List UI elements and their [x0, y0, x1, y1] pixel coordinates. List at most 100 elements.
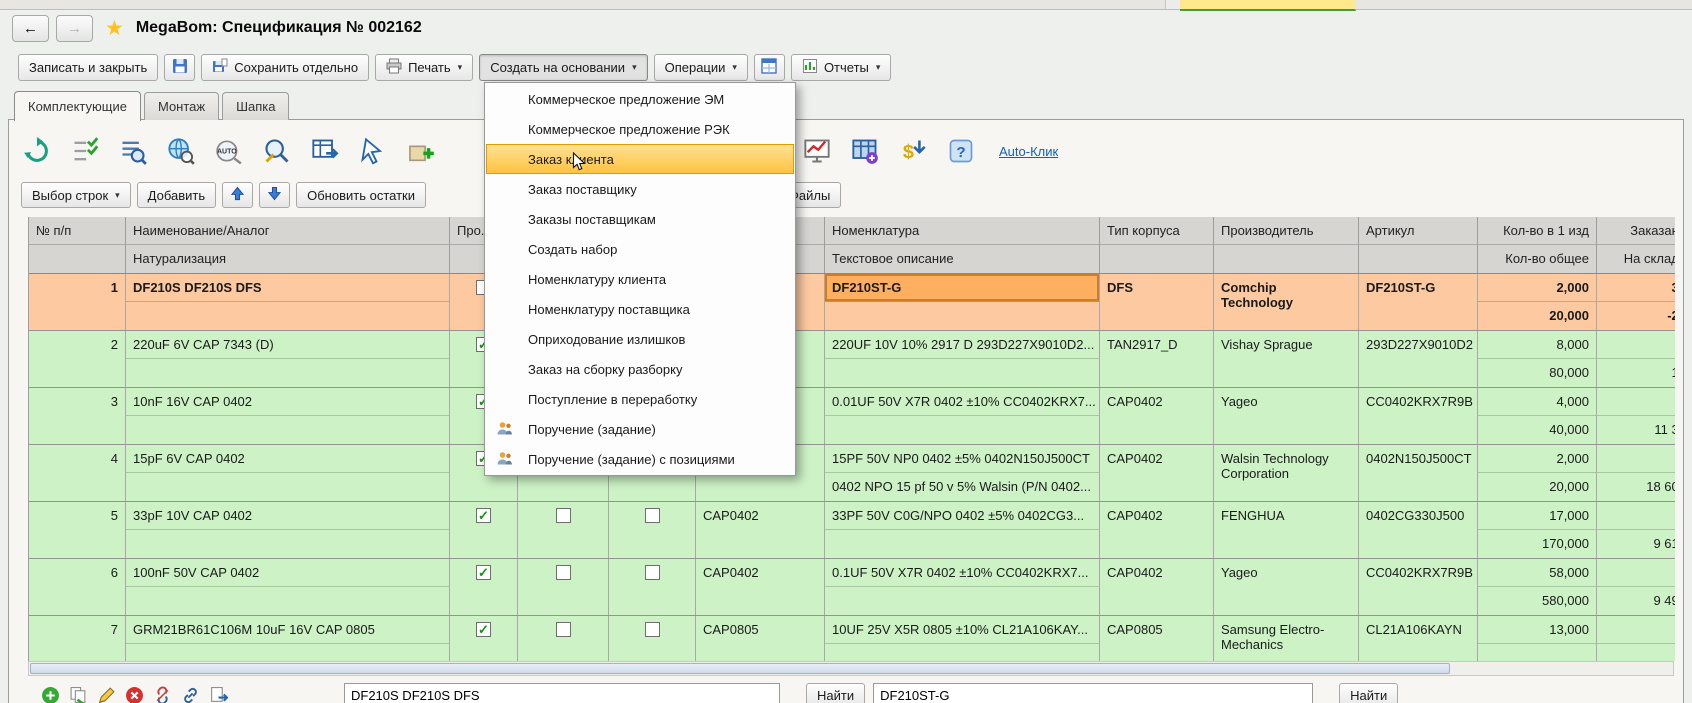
article-cell[interactable]: 0402N150J500CT	[1359, 445, 1478, 501]
check3-cell[interactable]	[609, 616, 696, 661]
app-tab[interactable]	[875, 0, 931, 9]
in-stock-cell[interactable]: 12	[1597, 359, 1675, 387]
select-pointer-icon[interactable]	[357, 135, 389, 167]
qty-per-unit-cell[interactable]: 8,000	[1478, 331, 1597, 359]
menu-item[interactable]: Коммерческое предложение РЭК	[486, 114, 794, 144]
table-export-icon[interactable]	[309, 135, 341, 167]
tab-shapka[interactable]: Шапка	[222, 92, 289, 120]
qty-per-unit-cell[interactable]: 2,000	[1478, 445, 1597, 473]
ordered-cell[interactable]	[1597, 331, 1675, 359]
nomenclature-filter-input[interactable]	[873, 683, 1313, 703]
header-qty-total[interactable]: Кол-во общее	[1478, 245, 1597, 273]
manufacturer-cell[interactable]: Comchip Technology	[1214, 274, 1359, 330]
row-number-cell[interactable]: 3	[29, 388, 126, 444]
checkbox-unchecked[interactable]	[556, 508, 571, 523]
horizontal-scrollbar[interactable]	[28, 661, 1674, 676]
menu-item[interactable]: Заказ клиента	[486, 144, 794, 174]
package-type-cell[interactable]: CAP0805	[1100, 616, 1214, 661]
auto-click-link[interactable]: Auto-Клик	[999, 144, 1058, 159]
check1-cell[interactable]: ✓	[450, 616, 518, 661]
check-list-icon[interactable]	[69, 135, 101, 167]
name-cell[interactable]: 10nF 16V CAP 0402	[126, 388, 450, 416]
manufacturer-cell[interactable]: Samsung Electro-Mechanics	[1214, 616, 1359, 661]
header-text-description[interactable]: Текстовое описание	[825, 245, 1100, 273]
chart-icon[interactable]	[801, 135, 833, 167]
name-cell[interactable]: 15pF 6V CAP 0402	[126, 445, 450, 473]
text-description-cell[interactable]	[825, 587, 1100, 615]
globe-search-icon[interactable]	[165, 135, 197, 167]
recalculate-icon[interactable]	[21, 135, 53, 167]
checkbox-checked[interactable]: ✓	[476, 508, 491, 523]
ordered-cell[interactable]: 30	[1597, 274, 1675, 302]
name-cell[interactable]: 220uF 6V CAP 7343 (D)	[126, 331, 450, 359]
menu-item[interactable]: Заказы поставщикам	[486, 204, 794, 234]
text-description-cell[interactable]: 0402 NPO 15 pf 50 v 5% Walsin (P/N 0402.…	[825, 473, 1100, 501]
header-name[interactable]: Наименование/Аналог	[126, 217, 450, 245]
package-type-cell[interactable]: CAP0402	[1100, 559, 1214, 615]
checkbox-checked[interactable]: ✓	[476, 622, 491, 637]
manufacturer-cell[interactable]: Walsin Technology Corporation	[1214, 445, 1359, 501]
header-empty[interactable]	[1359, 245, 1478, 273]
find-name-button[interactable]: Найти	[806, 683, 865, 703]
header-manufacturer[interactable]: Производитель	[1214, 217, 1359, 245]
row-number-cell[interactable]: 1	[29, 274, 126, 330]
qty-per-unit-cell[interactable]: 2,000	[1478, 274, 1597, 302]
nomenclature-cell[interactable]: DF210ST-G	[825, 274, 1100, 302]
tab-montazh[interactable]: Монтаж	[144, 92, 219, 120]
in-stock-cell[interactable]: -20	[1597, 302, 1675, 330]
korpus-cell[interactable]: CAP0402	[696, 502, 825, 558]
qty-total-cell[interactable]: 170,000	[1478, 530, 1597, 558]
table-row[interactable]: 415pF 6V CAP 0402✓CAP040215PF 50V NP0 04…	[29, 445, 1675, 502]
save-and-close-button[interactable]: Записать и закрыть	[18, 54, 158, 81]
tab-komplektuyushchie[interactable]: Комплектующие	[14, 91, 141, 121]
article-cell[interactable]: CL21A106KAYN	[1359, 616, 1478, 661]
check3-cell[interactable]	[609, 559, 696, 615]
header-ordered[interactable]: Заказано	[1597, 217, 1675, 245]
app-tab[interactable]	[930, 0, 1166, 9]
manufacturer-cell[interactable]: FENGHUA	[1214, 502, 1359, 558]
search-list-icon[interactable]	[117, 135, 149, 167]
menu-item[interactable]: Поручение (задание) с позициями	[486, 444, 794, 474]
package-type-cell[interactable]: CAP0402	[1100, 445, 1214, 501]
header-package-type[interactable]: Тип корпуса	[1100, 217, 1214, 245]
article-cell[interactable]: DF210ST-G	[1359, 274, 1478, 330]
text-description-cell[interactable]	[825, 530, 1100, 558]
header-naturalization[interactable]: Натурализация	[126, 245, 450, 273]
naturalization-cell[interactable]	[126, 530, 450, 558]
ordered-cell[interactable]	[1597, 388, 1675, 416]
article-cell[interactable]: 0402CG330J500	[1359, 502, 1478, 558]
help-icon[interactable]: ?	[945, 135, 977, 167]
name-filter-input[interactable]	[344, 683, 780, 703]
qty-per-unit-cell[interactable]: 13,000	[1478, 616, 1597, 644]
checkbox-unchecked[interactable]	[645, 622, 660, 637]
naturalization-cell[interactable]	[126, 644, 450, 661]
nomenclature-cell[interactable]: 0.01UF 50V X7R 0402 ±10% CC0402KRX7...	[825, 388, 1100, 416]
checkbox-unchecked[interactable]	[645, 508, 660, 523]
checkbox-checked[interactable]: ✓	[476, 565, 491, 580]
article-cell[interactable]: CC0402KRX7R9B	[1359, 559, 1478, 615]
text-description-cell[interactable]	[825, 644, 1100, 661]
header-in-stock[interactable]: На складе	[1597, 245, 1675, 273]
add-row-icon[interactable]	[40, 685, 60, 703]
row-number-cell[interactable]: 5	[29, 502, 126, 558]
ordered-cell[interactable]	[1597, 445, 1675, 473]
columns-table-icon[interactable]	[849, 135, 881, 167]
favorite-star-icon[interactable]: ★	[105, 16, 124, 41]
package-type-cell[interactable]: CAP0402	[1100, 388, 1214, 444]
naturalization-cell[interactable]	[126, 416, 450, 444]
operations-button[interactable]: Операции ▾	[654, 54, 748, 81]
header-empty[interactable]	[1100, 245, 1214, 273]
app-tab[interactable]	[1355, 0, 1692, 9]
name-cell[interactable]: DF210S DF210S DFS	[126, 274, 450, 302]
manufacturer-cell[interactable]: Yageo	[1214, 559, 1359, 615]
app-tab[interactable]	[0, 0, 321, 9]
scrollbar-thumb[interactable]	[30, 663, 1450, 674]
check2-cell[interactable]	[518, 559, 609, 615]
print-button[interactable]: Печать ▾	[375, 54, 473, 81]
dollar-download-icon[interactable]: $	[897, 135, 929, 167]
qty-total-cell[interactable]: 40,000	[1478, 416, 1597, 444]
check1-cell[interactable]: ✓	[450, 502, 518, 558]
menu-item[interactable]: Номенклатуру клиента	[486, 264, 794, 294]
package-type-cell[interactable]: DFS	[1100, 274, 1214, 330]
header-num[interactable]: № п/п	[29, 217, 126, 245]
